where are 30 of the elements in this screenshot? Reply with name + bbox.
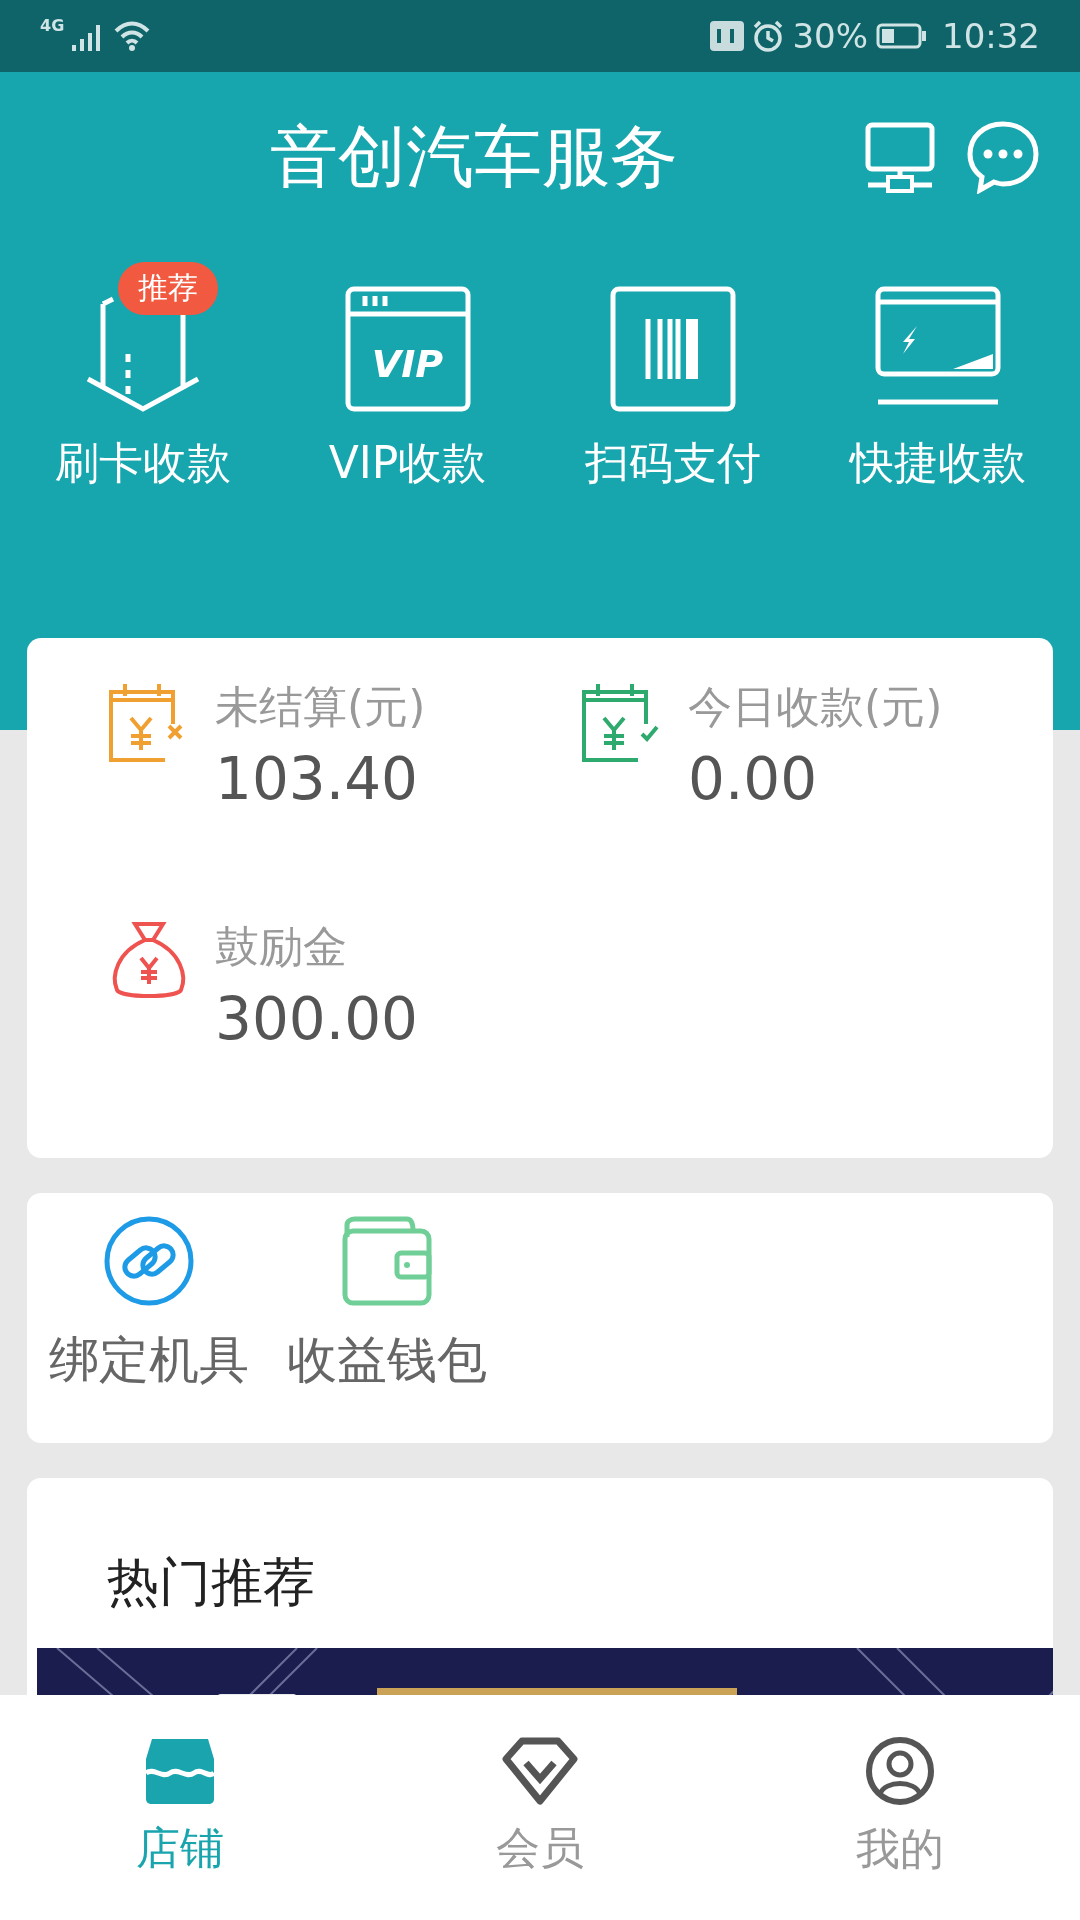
nav-tab[interactable]: 我的 [720,1695,1080,1920]
vip-icon-text: VIP [370,342,445,386]
diamond-icon [502,1737,578,1805]
tool-button[interactable]: 收益钱包 [287,1215,487,1443]
nav-tab[interactable]: 店铺 [0,1695,360,1920]
recommend-badge: 推荐 [117,262,218,315]
action-button[interactable]: 扫码支付 [540,252,805,493]
action-button[interactable]: 推荐 刷卡收款 [10,252,275,493]
stat-label: 鼓励金 [215,920,348,974]
battery-icon [876,23,926,49]
nav-tab[interactable]: 会员 [360,1695,720,1920]
shop-icon [144,1737,216,1805]
user-icon [865,1736,935,1806]
clock-time: 10:32 [942,16,1040,56]
battery-percent: 30% [792,16,868,56]
monitor-icon[interactable] [864,121,936,193]
wifi-icon [114,21,151,51]
store-name: 音创汽车服务 [270,115,679,198]
action-button[interactable]: 快捷收款 [805,252,1070,493]
alarm-icon [752,20,785,52]
stat-value: 0.00 [688,745,819,813]
section-title: 热门推荐 [107,1551,316,1614]
stat-value: 103.40 [215,745,419,813]
chat-icon[interactable] [966,120,1040,194]
stat-label: 未结算(元) [215,680,426,734]
tool-button[interactable]: 绑定机具 [49,1215,249,1443]
network-type: 4G [40,16,65,35]
action-button[interactable]: VIP VIP收款 [275,252,540,493]
stat-label: 今日收款(元) [688,680,943,734]
stat-value: 300.00 [215,985,418,1053]
